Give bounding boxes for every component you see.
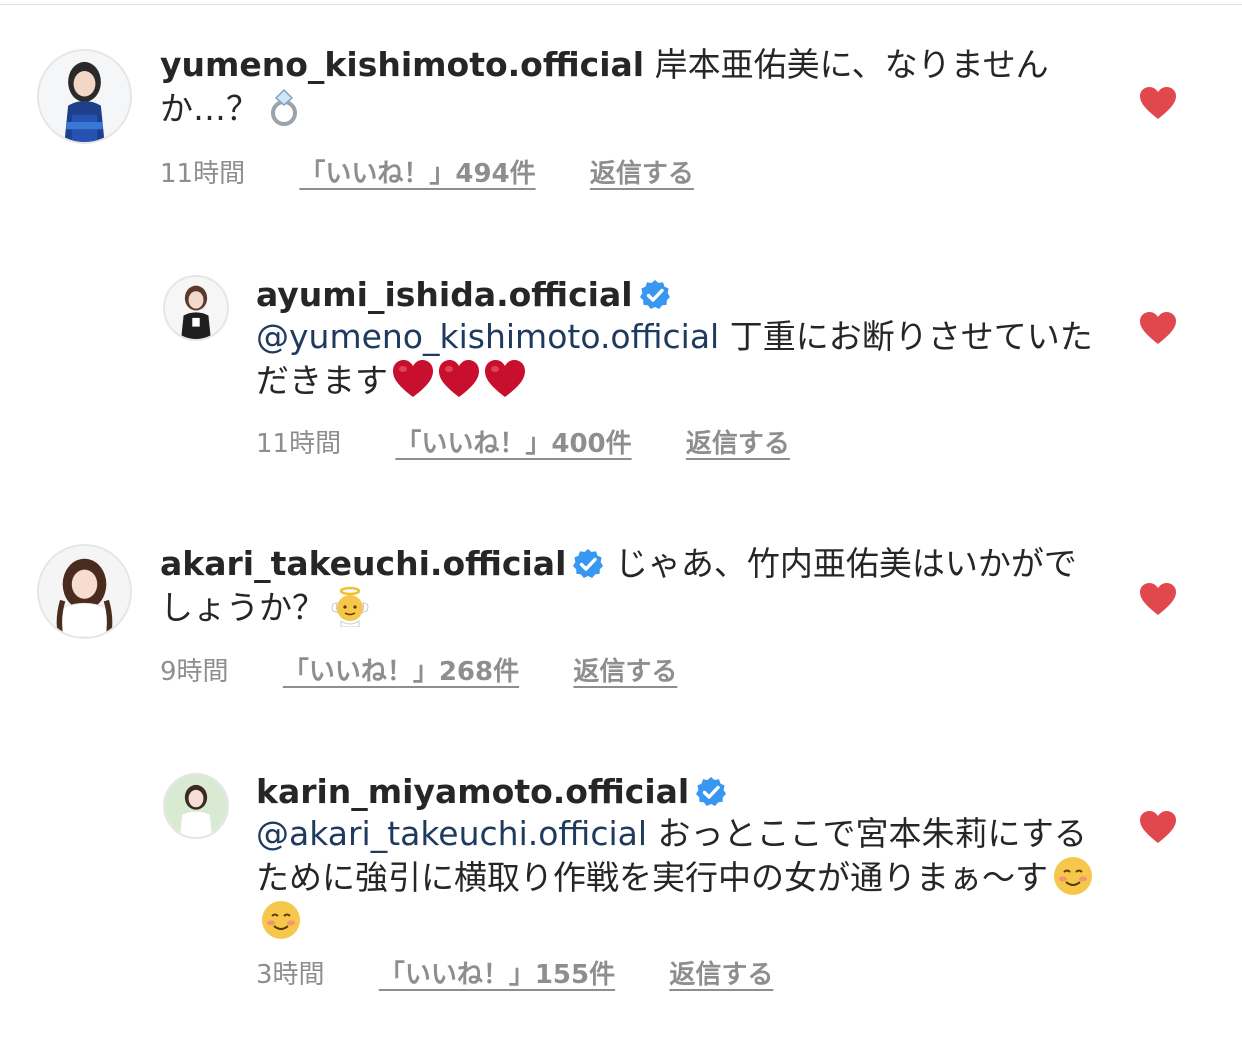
likes-count-link[interactable]: 「いいね！」494件	[299, 153, 535, 190]
red-heart-emoji	[438, 358, 480, 400]
username[interactable]: ayumi_ishida.official	[256, 275, 633, 314]
reply-button[interactable]: 返信する	[669, 954, 773, 991]
username[interactable]: karin_miyamoto.official	[256, 772, 689, 811]
like-heart-icon[interactable]	[1139, 810, 1177, 844]
red-heart-emoji	[484, 358, 526, 400]
like-heart-icon[interactable]	[1139, 86, 1177, 120]
timestamp: 11時間	[256, 429, 342, 459]
timestamp: 11時間	[160, 159, 246, 189]
avatar[interactable]	[37, 544, 132, 639]
verified-badge-icon	[695, 776, 727, 808]
top-divider	[0, 4, 1242, 5]
avatar-photo	[39, 546, 130, 637]
red-heart-emoji	[392, 358, 434, 400]
angel-emoji	[329, 585, 371, 627]
likes-count-link[interactable]: 「いいね！」155件	[379, 954, 615, 991]
mention-link[interactable]: @yumeno_kishimoto.official	[256, 317, 719, 356]
username[interactable]: yumeno_kishimoto.official	[160, 45, 644, 84]
comment-text: karin_miyamoto.official @akari_takeuchi.…	[256, 771, 1096, 943]
reply-button[interactable]: 返信する	[573, 651, 677, 688]
avatar-photo	[39, 51, 130, 142]
mention-link[interactable]: @akari_takeuchi.official	[256, 814, 647, 853]
avatar[interactable]	[37, 49, 132, 144]
reply-button[interactable]: 返信する	[686, 423, 790, 460]
like-heart-icon[interactable]	[1139, 311, 1177, 345]
smiling-face-emoji	[260, 899, 302, 941]
comment-text: yumeno_kishimoto.official 岸本亜佑美に、なりませんか……	[160, 44, 1060, 130]
comment-text: ayumi_ishida.official @yumeno_kishimoto.…	[256, 274, 1096, 402]
comment-meta: 11時間 「いいね！」400件 返信する	[256, 423, 790, 460]
likes-count-link[interactable]: 「いいね！」268件	[283, 651, 519, 688]
comment-text: akari_takeuchi.official じゃあ、竹内亜佑美はいかがでしょ…	[160, 543, 1080, 629]
ring-emoji	[263, 86, 305, 128]
smiling-face-emoji	[1052, 855, 1094, 897]
timestamp: 3時間	[256, 960, 325, 990]
likes-count-link[interactable]: 「いいね！」400件	[395, 423, 631, 460]
avatar-photo	[165, 277, 227, 339]
avatar[interactable]	[163, 275, 229, 341]
username[interactable]: akari_takeuchi.official	[160, 544, 566, 583]
verified-badge-icon	[639, 279, 671, 311]
comment-meta: 3時間 「いいね！」155件 返信する	[256, 954, 773, 991]
comment-meta: 9時間 「いいね！」268件 返信する	[160, 651, 677, 688]
comment-meta: 11時間 「いいね！」494件 返信する	[160, 153, 694, 190]
reply-button[interactable]: 返信する	[590, 153, 694, 190]
like-heart-icon[interactable]	[1139, 582, 1177, 616]
verified-badge-icon	[572, 548, 604, 580]
avatar[interactable]	[163, 773, 229, 839]
avatar-photo	[165, 775, 227, 837]
timestamp: 9時間	[160, 657, 229, 687]
